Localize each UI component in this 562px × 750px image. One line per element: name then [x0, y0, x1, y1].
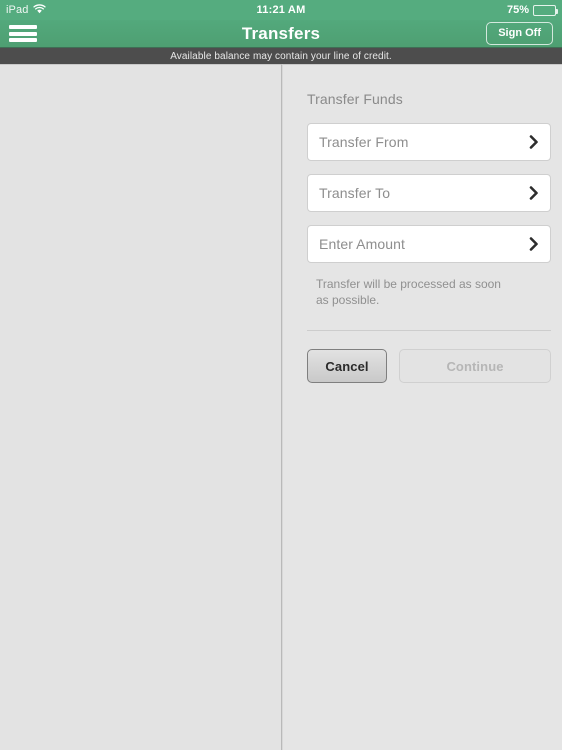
- page-title: Transfers: [241, 23, 321, 43]
- battery-percent-label: 75%: [506, 4, 529, 16]
- alert-banner-text: Available balance may contain your line …: [170, 50, 392, 62]
- section-title: Transfer Funds: [307, 91, 403, 107]
- navigation-bar: Transfers Sign Off: [0, 20, 562, 47]
- enter-amount-label: Enter Amount: [319, 236, 406, 252]
- transfer-funds-pane: Transfer Funds Transfer From Transfer To…: [282, 64, 562, 750]
- alert-banner: Available balance may contain your line …: [0, 47, 562, 64]
- transfer-from-label: Transfer From: [319, 134, 409, 150]
- left-pane: [0, 64, 282, 750]
- cancel-button[interactable]: Cancel: [307, 349, 387, 384]
- transfer-to-label: Transfer To: [319, 185, 391, 201]
- action-button-row: Cancel Continue: [307, 349, 551, 384]
- sign-off-button[interactable]: Sign Off: [486, 22, 553, 45]
- content-panes: Transfer Funds Transfer From Transfer To…: [0, 64, 562, 750]
- status-bar: iPad 11:21 AM 75%: [0, 0, 562, 20]
- chevron-right-icon: [529, 186, 539, 200]
- transfer-from-row[interactable]: Transfer From: [307, 123, 551, 161]
- battery-icon: [533, 4, 558, 16]
- transfer-to-row[interactable]: Transfer To: [307, 174, 551, 212]
- helper-text: Transfer will be processed as soon as po…: [316, 277, 501, 308]
- chevron-right-icon: [529, 237, 539, 251]
- status-time: 11:21 AM: [256, 4, 306, 16]
- section-divider: [307, 330, 551, 332]
- chevron-right-icon: [529, 135, 539, 149]
- enter-amount-row[interactable]: Enter Amount: [307, 225, 551, 263]
- status-bar-right: 75%: [506, 4, 558, 16]
- continue-button[interactable]: Continue: [399, 349, 551, 384]
